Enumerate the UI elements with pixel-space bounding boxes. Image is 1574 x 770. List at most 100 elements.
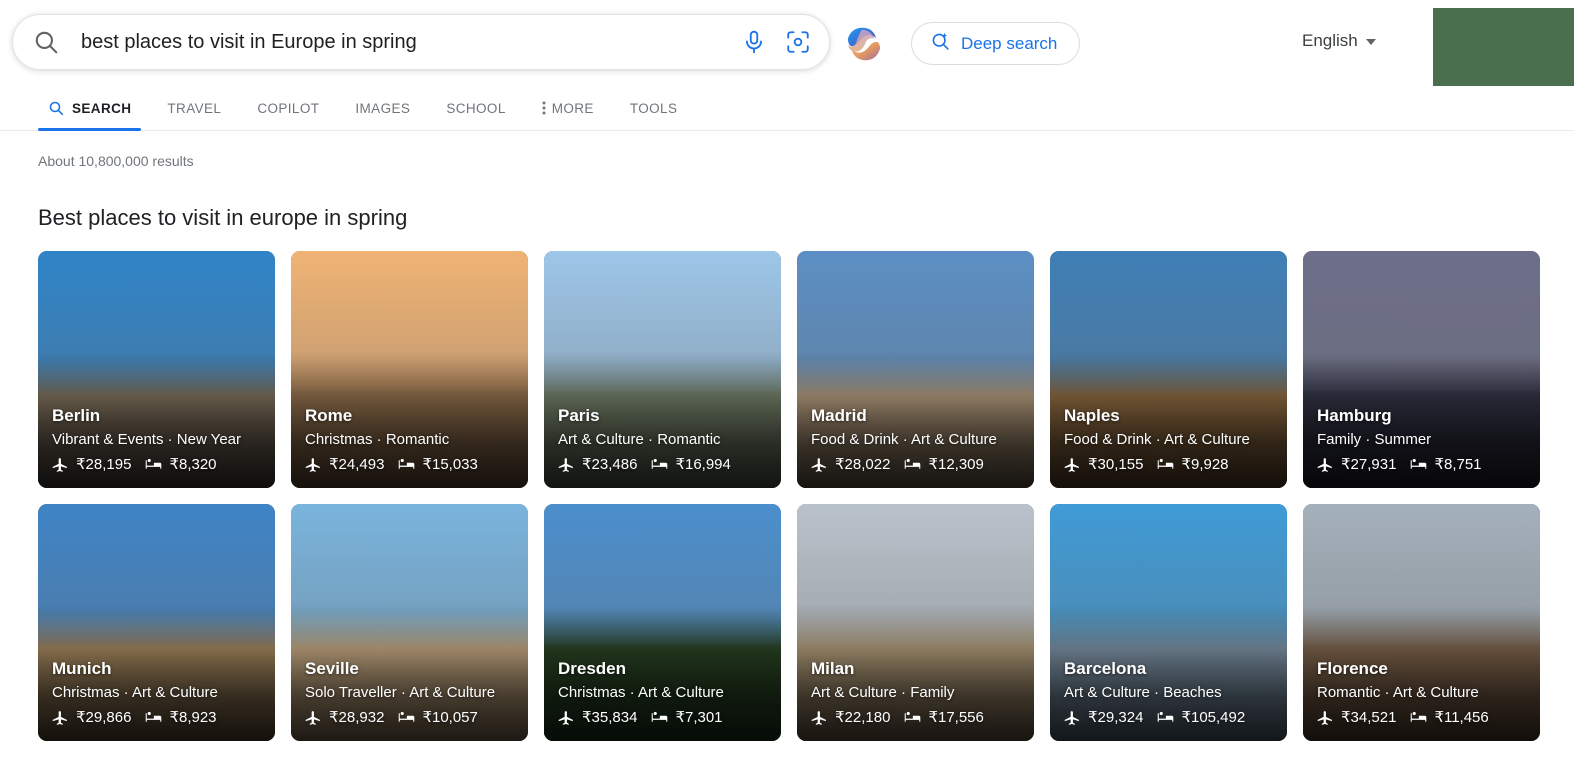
hotel-price-value: ₹11,456 bbox=[1434, 709, 1489, 726]
card-tags: Christmas · Art & Culture bbox=[52, 684, 218, 702]
tab-label: TOOLS bbox=[629, 100, 678, 116]
flight-price-value: ₹29,866 bbox=[76, 709, 132, 726]
tab-images[interactable]: IMAGES bbox=[337, 86, 428, 130]
hotel-price-value: ₹105,492 bbox=[1181, 709, 1246, 726]
flight-price-value: ₹34,521 bbox=[1341, 709, 1397, 726]
card-tags: Solo Traveller · Art & Culture bbox=[305, 684, 496, 702]
deep-search-button[interactable]: Deep search bbox=[911, 22, 1081, 65]
destination-card[interactable]: Berlin Vibrant & Events · New Year ₹28,195… bbox=[38, 251, 275, 488]
card-body: Milan Art & Culture · Family ₹22,180 ₹17,55… bbox=[811, 658, 1024, 726]
flight-price: ₹22,180 bbox=[811, 708, 890, 726]
card-prices: ₹29,324 ₹105,492 bbox=[1064, 708, 1277, 726]
tab-school[interactable]: SCHOOL bbox=[428, 86, 523, 130]
card-body: Paris Art & Culture · Romantic ₹23,486 ₹16,… bbox=[558, 405, 771, 473]
card-city-name: Dresden bbox=[558, 659, 627, 679]
search-icon bbox=[33, 29, 59, 55]
language-label: English bbox=[1302, 31, 1358, 50]
destination-card[interactable]: Barcelona Art & Culture · Beaches ₹29,324 ₹… bbox=[1050, 504, 1287, 741]
tab-label: IMAGES bbox=[355, 100, 411, 116]
flight-price: ₹28,022 bbox=[811, 455, 890, 473]
bed-icon bbox=[904, 709, 921, 726]
flight-price: ₹35,834 bbox=[558, 708, 637, 726]
airplane-icon bbox=[558, 456, 575, 473]
card-body: Florence Romantic · Art & Culture ₹34,521 ₹… bbox=[1317, 658, 1530, 726]
destination-card[interactable]: Munich Christmas · Art & Culture ₹29,866 ₹8… bbox=[38, 504, 275, 741]
bed-icon bbox=[1157, 709, 1174, 726]
destination-card[interactable]: Florence Romantic · Art & Culture ₹34,521 ₹… bbox=[1303, 504, 1540, 741]
flight-price-value: ₹28,195 bbox=[76, 456, 132, 473]
card-tags: Art & Culture · Family bbox=[811, 684, 955, 702]
card-prices: ₹22,180 ₹17,556 bbox=[811, 708, 1024, 726]
card-body: Naples Food & Drink · Art & Culture ₹30,15… bbox=[1064, 405, 1277, 473]
flight-price: ₹29,324 bbox=[1064, 708, 1143, 726]
card-tags: Romantic · Art & Culture bbox=[1317, 684, 1479, 702]
destination-card[interactable]: Dresden Christmas · Art & Culture ₹35,834 ₹… bbox=[544, 504, 781, 741]
hotel-price: ₹8,923 bbox=[145, 708, 217, 726]
deep-search-label: Deep search bbox=[961, 33, 1058, 53]
results-navbar: SEARCH TRAVEL COPILOT IMAGES SCHOOL MORE… bbox=[0, 86, 1574, 131]
airplane-icon bbox=[305, 456, 322, 473]
active-tab-underline bbox=[38, 128, 142, 131]
hotel-price-value: ₹8,320 bbox=[169, 456, 217, 473]
copilot-ribbon-icon[interactable] bbox=[841, 24, 887, 64]
result-count: About 10,800,000 results bbox=[38, 153, 194, 169]
tab-tools[interactable]: TOOLS bbox=[612, 86, 696, 130]
card-body: Hamburg Family · Summer ₹27,931 ₹8,751 bbox=[1317, 405, 1530, 473]
airplane-icon bbox=[305, 709, 322, 726]
search-bar[interactable] bbox=[12, 14, 830, 70]
card-city-name: Seville bbox=[305, 659, 359, 679]
card-prices: ₹35,834 ₹7,301 bbox=[558, 708, 771, 726]
camera-lens-icon[interactable] bbox=[785, 29, 811, 55]
search-input[interactable] bbox=[81, 30, 731, 54]
microphone-icon[interactable] bbox=[741, 29, 767, 55]
tab-travel[interactable]: TRAVEL bbox=[149, 86, 239, 130]
flight-price: ₹23,486 bbox=[558, 455, 637, 473]
card-prices: ₹23,486 ₹16,994 bbox=[558, 455, 771, 473]
airplane-icon bbox=[811, 456, 828, 473]
bed-icon bbox=[651, 456, 668, 473]
tab-label: SEARCH bbox=[72, 100, 132, 116]
hotel-price: ₹8,751 bbox=[1410, 455, 1482, 473]
bed-icon bbox=[1410, 709, 1427, 726]
language-selector[interactable]: English bbox=[1302, 31, 1376, 51]
flight-price-value: ₹27,931 bbox=[1341, 456, 1397, 473]
card-tags: Food & Drink · Art & Culture bbox=[811, 431, 997, 449]
tab-copilot[interactable]: COPILOT bbox=[239, 86, 337, 130]
destination-card[interactable]: Rome Christmas · Romantic ₹24,493 ₹15,033 bbox=[291, 251, 528, 488]
flight-price: ₹27,931 bbox=[1317, 455, 1396, 473]
vertical-dots-icon bbox=[542, 100, 546, 116]
flight-price-value: ₹22,180 bbox=[835, 709, 891, 726]
tab-more[interactable]: MORE bbox=[524, 86, 612, 130]
bed-icon bbox=[145, 709, 162, 726]
flight-price-value: ₹24,493 bbox=[329, 456, 385, 473]
destination-card[interactable]: Paris Art & Culture · Romantic ₹23,486 ₹16,… bbox=[544, 251, 781, 488]
card-tags: Art & Culture · Beaches bbox=[1064, 684, 1222, 702]
destination-card[interactable]: Madrid Food & Drink · Art & Culture ₹28,02… bbox=[797, 251, 1034, 488]
hotel-price-value: ₹17,556 bbox=[928, 709, 984, 726]
destination-card-grid: Berlin Vibrant & Events · New Year ₹28,195… bbox=[38, 251, 1574, 741]
hotel-price: ₹7,301 bbox=[651, 708, 723, 726]
flight-price-value: ₹28,022 bbox=[835, 456, 891, 473]
flight-price-value: ₹30,155 bbox=[1088, 456, 1144, 473]
destination-card[interactable]: Seville Solo Traveller · Art & Culture ₹28… bbox=[291, 504, 528, 741]
flight-price: ₹34,521 bbox=[1317, 708, 1396, 726]
destination-card[interactable]: Milan Art & Culture · Family ₹22,180 ₹17,55… bbox=[797, 504, 1034, 741]
card-prices: ₹34,521 ₹11,456 bbox=[1317, 708, 1530, 726]
tab-search[interactable]: SEARCH bbox=[30, 86, 149, 131]
destination-card[interactable]: Naples Food & Drink · Art & Culture ₹30,15… bbox=[1050, 251, 1287, 488]
destination-card[interactable]: Hamburg Family · Summer ₹27,931 ₹8,751 bbox=[1303, 251, 1540, 488]
flight-price: ₹29,866 bbox=[52, 708, 131, 726]
airplane-icon bbox=[558, 709, 575, 726]
hotel-price-value: ₹9,928 bbox=[1181, 456, 1229, 473]
tab-label: TRAVEL bbox=[167, 100, 222, 116]
bed-icon bbox=[398, 709, 415, 726]
tab-label: SCHOOL bbox=[446, 100, 506, 116]
card-prices: ₹30,155 ₹9,928 bbox=[1064, 455, 1277, 473]
flight-price: ₹28,932 bbox=[305, 708, 384, 726]
card-body: Berlin Vibrant & Events · New Year ₹28,195… bbox=[52, 405, 265, 473]
hotel-price-value: ₹15,033 bbox=[422, 456, 478, 473]
hotel-price: ₹10,057 bbox=[398, 708, 478, 726]
bed-icon bbox=[1157, 456, 1174, 473]
hotel-price: ₹11,456 bbox=[1410, 708, 1489, 726]
chevron-down-icon bbox=[1365, 39, 1376, 45]
